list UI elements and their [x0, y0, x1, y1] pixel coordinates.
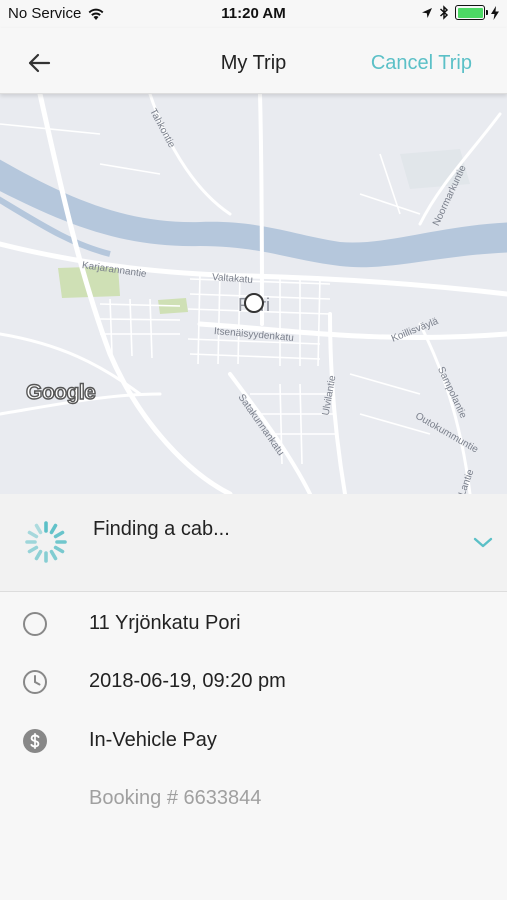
pickup-time-row: 2018-06-19, 09:20 pm: [0, 661, 507, 701]
location-arrow-icon: [422, 7, 432, 18]
charging-icon: [491, 5, 499, 20]
battery-icon: [455, 5, 488, 20]
pickup-address-row: 11 Yrjönkatu Pori: [0, 603, 507, 643]
pickup-pin-icon[interactable]: [244, 293, 264, 313]
dollar-icon: [23, 729, 47, 753]
battery-level: [457, 7, 483, 18]
trip-status-text: Finding a cab...: [93, 518, 230, 540]
bluetooth-icon: [439, 5, 449, 20]
map-view[interactable]: Karjarannantie Valtakatu Itsenäisyydenka…: [0, 94, 507, 494]
status-indicators: [421, 5, 499, 20]
pickup-address: 11 Yrjönkatu Pori: [89, 612, 241, 634]
clock-icon: [23, 670, 47, 694]
expand-button[interactable]: [471, 530, 495, 554]
booking-number: Booking # 6633844: [89, 787, 262, 809]
payment-method: In-Vehicle Pay: [89, 729, 217, 751]
chevron-down-icon: [473, 537, 493, 548]
trip-status-panel: Finding a cab...: [0, 494, 507, 592]
spinner-icon: [25, 521, 67, 563]
google-logo: Google: [25, 380, 96, 404]
circle-icon: [23, 612, 47, 636]
status-bar: No Service 11:20 AM: [0, 0, 507, 28]
nav-bar: My Trip Cancel Trip: [0, 28, 507, 94]
payment-row: In-Vehicle Pay: [0, 720, 507, 760]
pickup-datetime: 2018-06-19, 09:20 pm: [89, 670, 286, 692]
cancel-trip-button[interactable]: Cancel Trip: [371, 52, 472, 75]
